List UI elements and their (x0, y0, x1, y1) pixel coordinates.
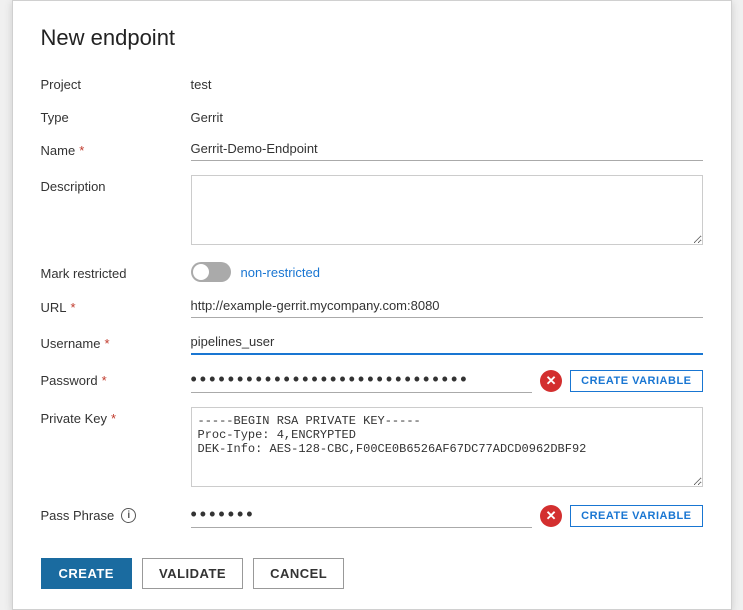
pass-phrase-clear-button[interactable]: ✕ (540, 505, 562, 527)
private-key-required-star: * (111, 411, 116, 426)
username-required-star: * (104, 336, 109, 351)
dialog-title: New endpoint (41, 25, 703, 51)
pass-phrase-dots: ••••••• (191, 504, 533, 528)
password-required-star: * (102, 373, 107, 388)
mark-restricted-field-container: non-restricted (191, 262, 703, 282)
url-field-container (191, 296, 703, 318)
create-button[interactable]: CREATE (41, 558, 132, 589)
type-value: Gerrit (191, 106, 703, 125)
url-label: URL * (41, 296, 191, 315)
cancel-button[interactable]: CANCEL (253, 558, 344, 589)
password-row: Password * •••••••••••••••••••••••••••••… (41, 369, 703, 393)
type-row: Type Gerrit (41, 106, 703, 125)
type-label: Type (41, 106, 191, 125)
username-input[interactable] (191, 332, 703, 355)
url-row: URL * (41, 296, 703, 318)
description-input[interactable] (191, 175, 703, 245)
mark-restricted-row: Mark restricted non-restricted (41, 262, 703, 282)
username-row: Username * (41, 332, 703, 355)
project-value: test (191, 73, 703, 92)
password-field-container: •••••••••••••••••••••••••••••• ✕ CREATE … (191, 369, 703, 393)
pass-phrase-info-icon: i (121, 508, 136, 523)
pass-phrase-row: Pass Phrase i ••••••• ✕ CREATE VARIABLE (41, 504, 703, 528)
url-input[interactable] (191, 296, 703, 318)
toggle-container: non-restricted (191, 262, 703, 282)
name-required-star: * (79, 143, 84, 158)
password-clear-button[interactable]: ✕ (540, 370, 562, 392)
validate-button[interactable]: VALIDATE (142, 558, 243, 589)
description-label: Description (41, 175, 191, 194)
private-key-label: Private Key * (41, 407, 191, 426)
mark-restricted-label: Mark restricted (41, 262, 191, 281)
password-label: Password * (41, 369, 191, 388)
private-key-input[interactable]: -----BEGIN RSA PRIVATE KEY----- Proc-Typ… (191, 407, 703, 487)
username-label: Username * (41, 332, 191, 351)
name-input[interactable] (191, 139, 703, 161)
password-input-row: •••••••••••••••••••••••••••••• ✕ CREATE … (191, 369, 703, 393)
private-key-row: Private Key * -----BEGIN RSA PRIVATE KEY… (41, 407, 703, 490)
new-endpoint-dialog: New endpoint Project test Type Gerrit Na… (12, 0, 732, 610)
url-required-star: * (71, 300, 76, 315)
pass-phrase-field-container: ••••••• ✕ CREATE VARIABLE (191, 504, 703, 528)
description-row: Description (41, 175, 703, 248)
mark-restricted-toggle[interactable] (191, 262, 231, 282)
pass-phrase-create-variable-button[interactable]: CREATE VARIABLE (570, 505, 702, 527)
project-label: Project (41, 73, 191, 92)
description-field-container (191, 175, 703, 248)
name-field-container (191, 139, 703, 161)
toggle-slider (191, 262, 231, 282)
password-dots: •••••••••••••••••••••••••••••• (191, 369, 533, 393)
pass-phrase-input-row: ••••••• ✕ CREATE VARIABLE (191, 504, 703, 528)
private-key-field-container: -----BEGIN RSA PRIVATE KEY----- Proc-Typ… (191, 407, 703, 490)
toggle-status-label: non-restricted (241, 265, 320, 280)
password-create-variable-button[interactable]: CREATE VARIABLE (570, 370, 702, 392)
username-field-container (191, 332, 703, 355)
pass-phrase-label: Pass Phrase i (41, 504, 191, 523)
project-row: Project test (41, 73, 703, 92)
name-label: Name * (41, 139, 191, 158)
footer: CREATE VALIDATE CANCEL (41, 548, 703, 589)
name-row: Name * (41, 139, 703, 161)
